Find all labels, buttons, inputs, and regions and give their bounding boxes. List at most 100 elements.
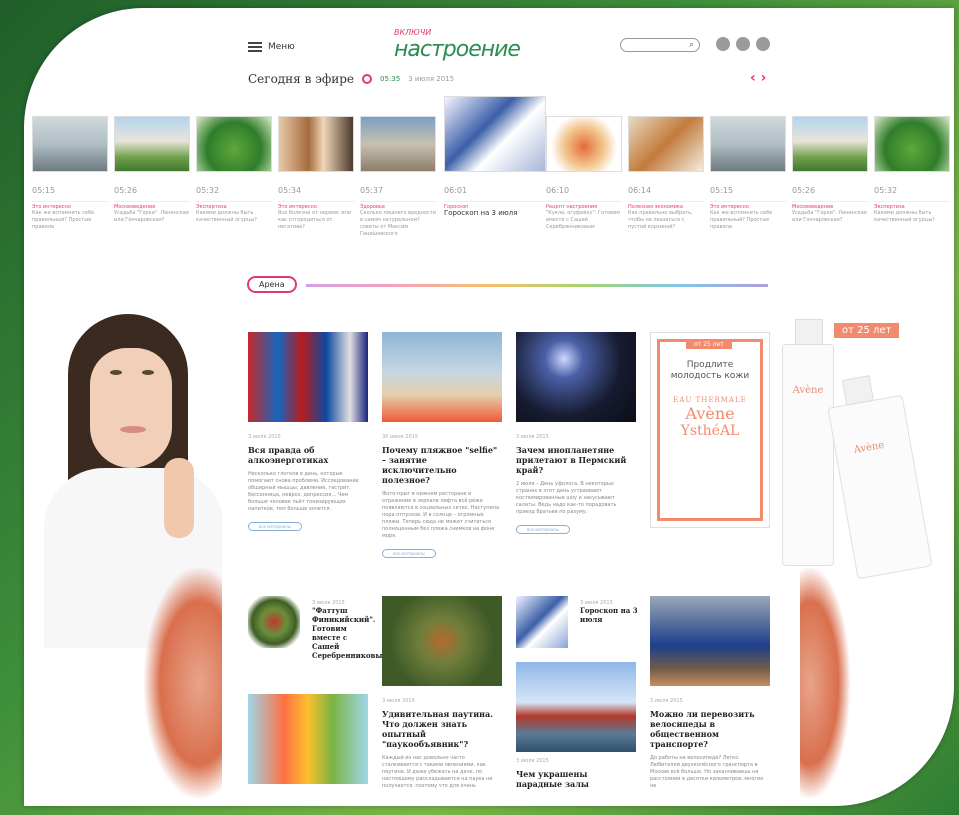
article-date: 3 июля 2015 [650, 698, 683, 704]
schedule-thumb[interactable] [792, 116, 868, 172]
article-title[interactable]: Почему пляжное "selfie" – занятие исключ… [382, 445, 502, 485]
schedule-category[interactable]: Полезная экономика [628, 201, 704, 210]
menu-label: Меню [268, 42, 295, 52]
schedule-text[interactable]: Усадьба "Горки". Ленинская или Гончаровс… [792, 210, 868, 224]
schedule-time: 05:26 [114, 186, 138, 195]
schedule-time: 06:10 [546, 186, 570, 195]
schedule-item[interactable]: 05:34 Это интересно Все болезни от нервов:… [278, 116, 354, 231]
schedule-item[interactable]: 05:32 Экспертиза Какими должны быть качест… [874, 116, 950, 224]
schedule-thumb[interactable] [196, 116, 272, 172]
schedule-category[interactable]: Москвоведение [114, 201, 190, 210]
schedule-item[interactable]: 05:32 Экспертиза Какими должны быть качест… [196, 116, 272, 224]
schedule-time: 05:34 [278, 186, 302, 195]
schedule-thumb[interactable] [32, 116, 108, 172]
schedule-text[interactable]: Сколько лишнего вредности в самом натура… [360, 210, 436, 238]
article-title[interactable]: Вся правда об алкоэнерготиках [248, 445, 368, 465]
schedule-text[interactable]: Все болезни от нервов: или как отгородит… [278, 210, 354, 231]
article-card[interactable] [248, 694, 368, 784]
schedule-time: 06:01 [444, 186, 468, 195]
schedule-category[interactable]: Экспертиза [196, 201, 272, 210]
article-image[interactable] [650, 596, 770, 686]
ad-age-tag: от 25 лет [686, 340, 732, 349]
schedule-category[interactable]: Здоровье [360, 201, 436, 210]
article-image[interactable] [248, 694, 368, 784]
article-card[interactable]: 3 июля 2015 Вся правда об алкоэнерготика… [248, 332, 368, 532]
article-card[interactable]: 3 июля 2015 Можно ли перевозить велосипе… [650, 596, 770, 790]
schedule-thumb[interactable] [360, 116, 436, 172]
arena-button[interactable]: Арена [247, 276, 297, 293]
schedule-text[interactable]: Гороскоп на 3 июля [444, 210, 546, 217]
article-image[interactable] [516, 662, 636, 752]
hamburger-icon [248, 40, 262, 54]
social-icon-1[interactable] [716, 37, 730, 51]
more-button[interactable]: все материалы [248, 522, 302, 531]
schedule-thumb[interactable] [628, 116, 704, 172]
schedule-text[interactable]: Как же вспомнить себе правильный? Просты… [32, 210, 108, 231]
more-button[interactable]: все материалы [382, 549, 436, 558]
schedule-thumb[interactable] [710, 116, 786, 172]
article-title[interactable]: Можно ли перевозить велосипеды в обществ… [650, 709, 770, 749]
schedule-text[interactable]: Какими должны быть качественный огурцы? [874, 210, 950, 224]
schedule-item[interactable]: 06:14 Полезная экономика Как правильно выб… [628, 116, 704, 231]
article-card[interactable]: 30 июня 2015 Почему пляжное "selfie" – з… [382, 332, 502, 559]
search-input[interactable]: ⌕ [620, 38, 700, 52]
ad-line1: Продлите [686, 360, 734, 370]
article-card[interactable] [248, 596, 300, 648]
schedule-thumb[interactable] [874, 116, 950, 172]
article-title[interactable]: Чем украшены парадные залы [516, 769, 636, 789]
article-card[interactable]: 3 июля 2015 Зачем инопланетяне прилетают… [516, 332, 636, 535]
schedule-item[interactable]: 06:01 Гороскоп Гороскоп на 3 июля [444, 96, 546, 217]
schedule-text[interactable]: Как правильно выбрать, чтобы не оказатьс… [628, 210, 704, 231]
article-title[interactable]: Удивительная паутина. Что должен знать о… [382, 709, 502, 749]
article-date: 3 июля 2015 [248, 434, 281, 440]
schedule-item[interactable]: 05:26 Москвоведение Усадьба "Горки". Ленин… [114, 116, 190, 224]
article-image[interactable] [382, 332, 502, 422]
article-card[interactable]: 3 июля 2015 Удивительная паутина. Что до… [382, 596, 502, 790]
logo-main: настроение [394, 37, 521, 62]
article-image[interactable] [248, 332, 368, 422]
carousel-arrows: ‹ › [750, 70, 766, 86]
social-icon-2[interactable] [736, 37, 750, 51]
schedule-item[interactable]: 05:15 Это интересно Как же вспомнить себе … [32, 116, 108, 231]
more-button[interactable]: все материалы [516, 525, 570, 534]
ad-brand3: YsthéAL [680, 423, 740, 439]
article-image[interactable] [382, 596, 502, 686]
article-mini[interactable]: 3 июля 2015 Гороскоп на 3 июля [580, 600, 640, 624]
article-card[interactable]: 3 июля 2015 Чем украшены парадные залы [516, 662, 636, 789]
schedule-thumb[interactable] [114, 116, 190, 172]
schedule-text[interactable]: Как же вспомнить себе правильный? Просты… [710, 210, 786, 231]
article-image[interactable] [516, 332, 636, 422]
avene-ad[interactable]: от 25 лет Продлите молодость кожи EAU TH… [650, 332, 770, 528]
schedule-category[interactable]: Это интересно [32, 201, 108, 210]
article-mini[interactable]: 3 июля 2015 "Фаттуш Финикийский". Готови… [312, 600, 389, 660]
schedule-category[interactable]: Это интересно [278, 201, 354, 210]
article-title[interactable]: Гороскоп на 3 июля [580, 606, 640, 624]
schedule-item[interactable]: 05:26 Москвоведение Усадьба "Горки". Ленин… [792, 116, 868, 224]
article-card[interactable] [516, 596, 568, 648]
menu-button[interactable]: Меню [248, 40, 295, 54]
schedule-category[interactable]: Рецепт настроения [546, 201, 622, 210]
article-title[interactable]: "Фаттуш Финикийский". Готовим вместе с С… [312, 606, 389, 660]
chevron-right-icon[interactable]: › [761, 70, 767, 86]
schedule-text[interactable]: Какими должны быть качественный огурцы? [196, 210, 272, 224]
article-title[interactable]: Зачем инопланетяне прилетают в Пермский … [516, 445, 636, 475]
schedule-thumb[interactable] [444, 96, 546, 172]
schedule-item[interactable]: 06:10 Рецепт настроения "Кукла, огуфейку".… [546, 116, 622, 231]
site-logo[interactable]: ВКЛЮЧИ настроение [394, 28, 521, 62]
schedule-category[interactable]: Экспертиза [874, 201, 950, 210]
schedule-item[interactable]: 05:37 Здоровье Сколько лишнего вредности в… [360, 116, 436, 238]
social-icon-3[interactable] [756, 37, 770, 51]
logo-sup: ВКЛЮЧИ [394, 28, 432, 37]
search-icon[interactable]: ⌕ [689, 40, 694, 50]
schedule-text[interactable]: Усадьба "Горки". Ленинская или Гончаровс… [114, 210, 190, 224]
schedule-thumb[interactable] [546, 116, 622, 172]
schedule-item[interactable]: 05:15 Это интересно Как же вспомнить себе … [710, 116, 786, 231]
schedule-text[interactable]: "Кукла, огуфейку". Готовим вместе с Саше… [546, 210, 622, 231]
schedule-category[interactable]: Москвоведение [792, 201, 868, 210]
ad-brand2: Avène [685, 404, 735, 423]
schedule-thumb[interactable] [278, 116, 354, 172]
article-image[interactable] [516, 596, 568, 648]
chevron-left-icon[interactable]: ‹ [750, 70, 756, 86]
schedule-category[interactable]: Это интересно [710, 201, 786, 210]
article-image[interactable] [248, 596, 300, 648]
